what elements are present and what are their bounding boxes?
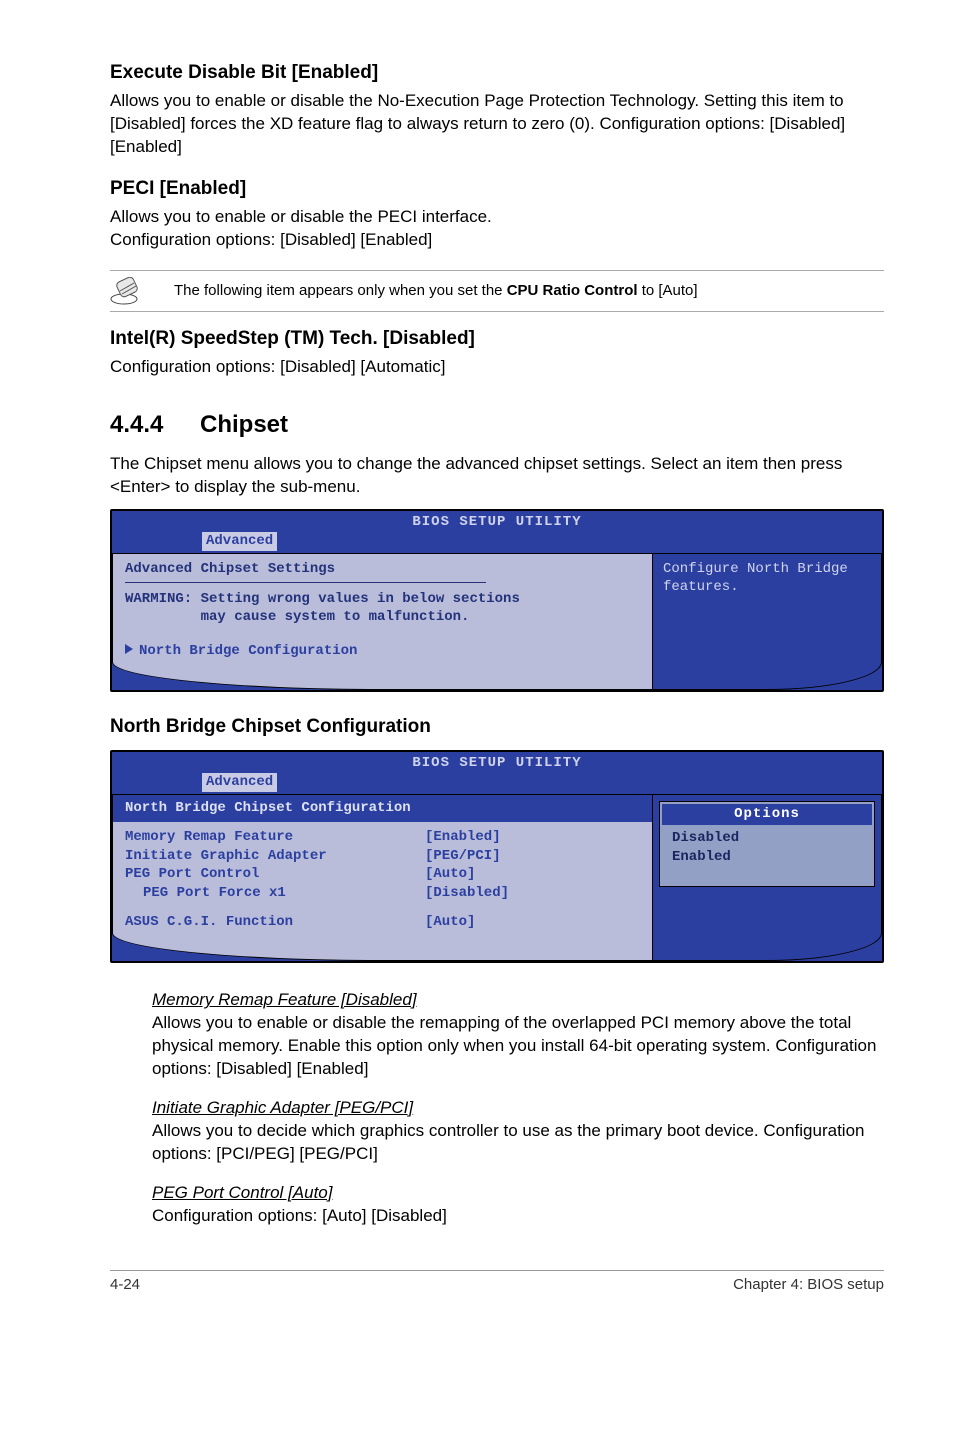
cfg-value: [Auto]: [425, 913, 475, 932]
cfg-label: Memory Remap Feature: [125, 828, 425, 847]
options-box: Options Disabled Enabled: [659, 801, 875, 888]
triangle-right-icon: [125, 644, 133, 654]
heading-peci: PECI [Enabled]: [110, 176, 884, 202]
option-disabled[interactable]: Disabled: [672, 829, 862, 848]
section-number: 4.4.4: [110, 409, 200, 441]
bios-right-pane: Configure North Bridge features.: [652, 553, 882, 691]
bios-window-north-bridge: BIOS SETUP UTILITY Advanced North Bridge…: [110, 750, 884, 963]
cfg-value: [Disabled]: [425, 884, 509, 903]
cfg-label: PEG Port Force x1: [125, 884, 425, 903]
subitem-body: Configuration options: [Auto] [Disabled]: [152, 1205, 884, 1228]
subitem-body: Allows you to enable or disable the rema…: [152, 1012, 884, 1081]
subitem-peg-port-control: PEG Port Control [Auto] Configuration op…: [110, 1182, 884, 1228]
page-footer: 4-24 Chapter 4: BIOS setup: [110, 1270, 884, 1295]
heading-north-bridge-config: North Bridge Chipset Configuration: [110, 714, 884, 740]
bios-help-text: Configure North Bridge features.: [663, 560, 871, 598]
cfg-label: ASUS C.G.I. Function: [125, 913, 425, 932]
note-text-post: to [Auto]: [638, 282, 698, 299]
bios-left-pane: Advanced Chipset Settings WARMING: Setti…: [112, 553, 652, 691]
cfg-row-memory-remap[interactable]: Memory Remap Feature [Enabled]: [125, 828, 640, 847]
cfg-label: PEG Port Control: [125, 865, 425, 884]
divider: [125, 582, 486, 583]
bios-right-pane-2: Options Disabled Enabled: [652, 794, 882, 961]
body-speedstep: Configuration options: [Disabled] [Autom…: [110, 356, 884, 379]
bios-heading-nb-config: North Bridge Chipset Configuration: [113, 795, 652, 822]
cfg-row-peg-port-control[interactable]: PEG Port Control [Auto]: [125, 865, 640, 884]
options-box-title: Options: [662, 804, 872, 825]
bios-window-chipset: BIOS SETUP UTILITY Advanced Advanced Chi…: [110, 509, 884, 693]
option-enabled[interactable]: Enabled: [672, 848, 862, 867]
cfg-value: [Enabled]: [425, 828, 501, 847]
cfg-label: Initiate Graphic Adapter: [125, 847, 425, 866]
bios-heading-chipset-settings: Advanced Chipset Settings: [125, 560, 640, 579]
body-peci-line1: Allows you to enable or disable the PECI…: [110, 206, 884, 229]
chipset-intro: The Chipset menu allows you to change th…: [110, 453, 884, 499]
cfg-row-initiate-graphic[interactable]: Initiate Graphic Adapter [PEG/PCI]: [125, 847, 640, 866]
section-title: Chipset: [200, 411, 288, 438]
note-text: The following item appears only when you…: [174, 281, 698, 301]
subitem-title: Memory Remap Feature [Disabled]: [152, 990, 417, 1009]
note-text-pre: The following item appears only when you…: [174, 282, 507, 299]
heading-execute-disable-bit: Execute Disable Bit [Enabled]: [110, 60, 884, 86]
subitem-body: Allows you to decide which graphics cont…: [152, 1120, 884, 1166]
body-peci-line2: Configuration options: [Disabled] [Enabl…: [110, 229, 884, 252]
cfg-row-peg-port-force-x1[interactable]: PEG Port Force x1 [Disabled]: [125, 884, 640, 903]
body-execute-disable-bit: Allows you to enable or disable the No-E…: [110, 90, 884, 159]
pencil-note-icon: [110, 277, 150, 305]
note-block: The following item appears only when you…: [110, 270, 884, 312]
heading-chipset-section: 4.4.4Chipset: [110, 409, 884, 441]
page-number: 4-24: [110, 1275, 140, 1295]
bios-tab-advanced[interactable]: Advanced: [202, 532, 277, 551]
cfg-value: [Auto]: [425, 865, 475, 884]
bios-menu-north-bridge[interactable]: North Bridge Configuration: [125, 642, 640, 661]
note-text-bold: CPU Ratio Control: [507, 282, 638, 299]
cfg-row-asus-cgi[interactable]: ASUS C.G.I. Function [Auto]: [125, 913, 640, 932]
bios-warning-text: WARMING: Setting wrong values in below s…: [125, 591, 640, 626]
subitem-title: PEG Port Control [Auto]: [152, 1183, 332, 1202]
subitem-initiate-graphic: Initiate Graphic Adapter [PEG/PCI] Allow…: [110, 1097, 884, 1166]
chapter-label: Chapter 4: BIOS setup: [733, 1275, 884, 1295]
bios-title: BIOS SETUP UTILITY: [112, 511, 882, 532]
cfg-value: [PEG/PCI]: [425, 847, 501, 866]
subitem-memory-remap: Memory Remap Feature [Disabled] Allows y…: [110, 989, 884, 1081]
heading-speedstep: Intel(R) SpeedStep (TM) Tech. [Disabled]: [110, 326, 884, 352]
bios-tab-advanced-2[interactable]: Advanced: [202, 773, 277, 792]
bios-menu-link-label: North Bridge Configuration: [139, 643, 357, 659]
bios-title-2: BIOS SETUP UTILITY: [112, 752, 882, 773]
subitem-title: Initiate Graphic Adapter [PEG/PCI]: [152, 1098, 413, 1117]
bios-left-pane-2: North Bridge Chipset Configuration Memor…: [112, 794, 652, 961]
